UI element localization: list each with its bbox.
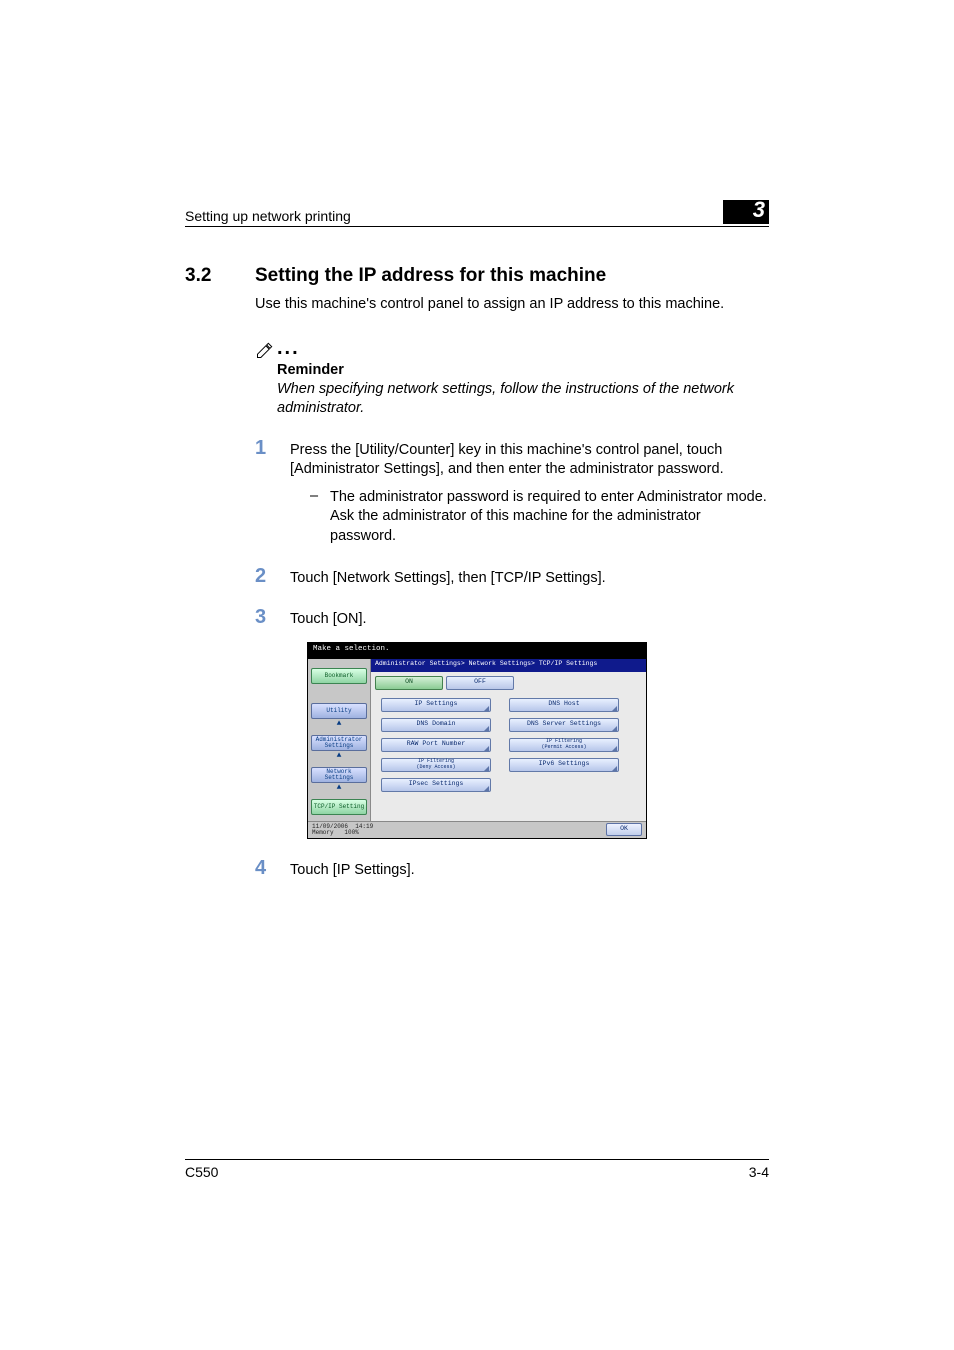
corner-icon: [484, 726, 489, 731]
ipv6-settings-label: IPv6 Settings: [539, 761, 590, 768]
reminder-icon-row: ...: [255, 337, 769, 360]
ok-button[interactable]: OK: [606, 823, 642, 836]
network-settings-label: Network Settings: [325, 769, 354, 781]
dns-domain-label: DNS Domain: [416, 721, 455, 728]
utility-label: Utility: [326, 708, 351, 714]
crumb-arrow-icon: ▲: [337, 720, 342, 728]
step-number: 3: [185, 606, 290, 630]
corner-icon: [484, 786, 489, 791]
step-text: Touch [IP Settings].: [290, 857, 769, 881]
raw-port-number-label: RAW Port Number: [407, 741, 466, 748]
ip-filtering-permit-button[interactable]: IP Filtering (Permit Access): [509, 738, 619, 752]
panel-status-bar: 11/09/2006 14:19 Memory 100% OK: [308, 821, 646, 838]
panel-breadcrumb: Administrator Settings> Network Settings…: [371, 659, 646, 672]
section-number: 3.2: [185, 265, 255, 287]
corner-icon: [484, 766, 489, 771]
reminder-dots: ...: [275, 337, 300, 359]
substep-text: The administrator password is required t…: [330, 488, 769, 547]
step-text: Touch [Network Settings], then [TCP/IP S…: [290, 565, 769, 589]
pencil-icon: [255, 340, 275, 360]
section-heading: 3.2 Setting the IP address for this mach…: [185, 265, 769, 287]
page-footer: C550 3-4: [185, 1159, 769, 1180]
tcpip-setting-label: TCP/IP Setting: [314, 804, 364, 810]
corner-icon: [612, 766, 617, 771]
panel-memory-value: 100%: [344, 829, 358, 836]
ip-filtering-deny-label: IP Filtering (Deny Access): [416, 759, 455, 770]
substep-row: – The administrator password is required…: [185, 488, 769, 547]
corner-icon: [612, 746, 617, 751]
administrator-settings-label: Administrator Settings: [316, 737, 363, 749]
off-label: OFF: [474, 679, 486, 686]
panel-left-column: Bookmark Utility ▲ Administrator Setting…: [308, 659, 371, 821]
step-row: 4 Touch [IP Settings].: [185, 857, 769, 881]
section-intro-block: Use this machine's control panel to assi…: [255, 295, 769, 315]
step-text: Touch [ON].: [290, 606, 769, 630]
corner-icon: [612, 726, 617, 731]
control-panel-screenshot: Make a selection. Bookmark Utility ▲ Adm…: [307, 642, 647, 839]
step-row: 3 Touch [ON].: [185, 606, 769, 630]
crumb-arrow-icon: ▲: [337, 784, 342, 792]
step-row: 1 Press the [Utility/Counter] key in thi…: [185, 437, 769, 480]
document-page: Setting up network printing 3 3.2 Settin…: [0, 0, 954, 1350]
panel-status-text: 11/09/2006 14:19 Memory 100%: [312, 824, 373, 836]
dns-host-label: DNS Host: [548, 701, 579, 708]
ipsec-settings-button[interactable]: IPsec Settings: [381, 778, 491, 792]
on-off-toggle: ON OFF: [371, 672, 646, 692]
on-button[interactable]: ON: [375, 676, 443, 690]
panel-memory-label: Memory: [312, 829, 334, 836]
step-row: 2 Touch [Network Settings], then [TCP/IP…: [185, 565, 769, 589]
ip-filtering-permit-label: IP Filtering (Permit Access): [541, 739, 586, 750]
network-settings-button[interactable]: Network Settings: [311, 767, 367, 783]
ip-settings-label: IP Settings: [415, 701, 458, 708]
bookmark-label: Bookmark: [325, 673, 354, 679]
ip-settings-button[interactable]: IP Settings: [381, 698, 491, 712]
ipv6-settings-button[interactable]: IPv6 Settings: [509, 758, 619, 772]
panel-body: Bookmark Utility ▲ Administrator Setting…: [308, 659, 646, 821]
ipsec-settings-label: IPsec Settings: [409, 781, 464, 788]
tcpip-setting-button[interactable]: TCP/IP Setting: [311, 799, 367, 815]
corner-icon: [484, 746, 489, 751]
dns-host-button[interactable]: DNS Host: [509, 698, 619, 712]
page-header: Setting up network printing 3: [185, 200, 769, 227]
utility-button[interactable]: Utility: [311, 703, 367, 719]
options-grid: IP Settings DNS Domain RAW Port Number I…: [371, 692, 646, 796]
options-right-column: DNS Host DNS Server Settings IP Filterin…: [509, 698, 619, 792]
dns-domain-button[interactable]: DNS Domain: [381, 718, 491, 732]
panel-instruction: Make a selection.: [308, 643, 646, 659]
crumb-arrow-icon: ▲: [337, 752, 342, 760]
step-text: Press the [Utility/Counter] key in this …: [290, 437, 769, 480]
step-number: 2: [185, 565, 290, 589]
dns-server-settings-label: DNS Server Settings: [527, 721, 601, 728]
step-number: 4: [185, 857, 290, 881]
ip-filtering-deny-button[interactable]: IP Filtering (Deny Access): [381, 758, 491, 772]
panel-right-column: Administrator Settings> Network Settings…: [371, 659, 646, 821]
reminder-text: When specifying network settings, follow…: [277, 380, 769, 419]
chapter-badge: 3: [723, 200, 769, 224]
ok-label: OK: [620, 826, 628, 833]
step-number: 1: [185, 437, 290, 480]
section-intro: Use this machine's control panel to assi…: [255, 295, 769, 315]
raw-port-number-button[interactable]: RAW Port Number: [381, 738, 491, 752]
corner-icon: [612, 706, 617, 711]
bookmark-button[interactable]: Bookmark: [311, 668, 367, 684]
administrator-settings-button[interactable]: Administrator Settings: [311, 735, 367, 751]
section-title: Setting the IP address for this machine: [255, 265, 606, 287]
options-left-column: IP Settings DNS Domain RAW Port Number I…: [381, 698, 491, 792]
reminder-label: Reminder: [277, 362, 769, 378]
control-panel: Make a selection. Bookmark Utility ▲ Adm…: [307, 642, 647, 839]
on-label: ON: [405, 679, 413, 686]
off-button[interactable]: OFF: [446, 676, 514, 690]
corner-icon: [484, 706, 489, 711]
footer-model: C550: [185, 1164, 218, 1180]
dns-server-settings-button[interactable]: DNS Server Settings: [509, 718, 619, 732]
substep-dash: –: [310, 488, 330, 547]
footer-page-number: 3-4: [749, 1164, 769, 1180]
header-title: Setting up network printing: [185, 208, 351, 224]
